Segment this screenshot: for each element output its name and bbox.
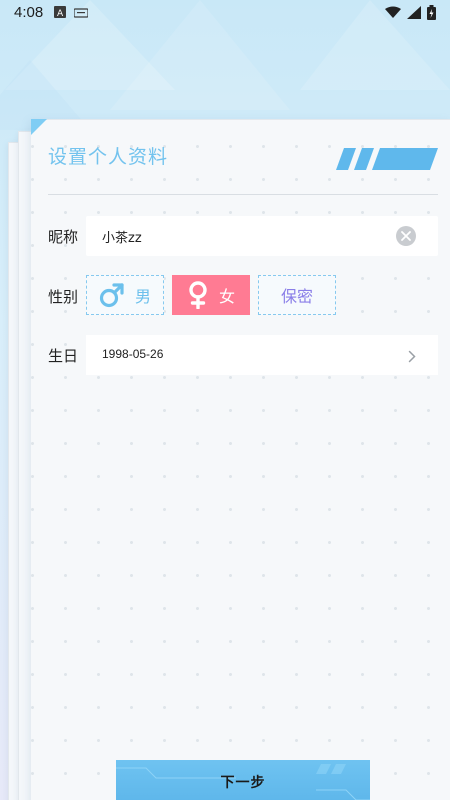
chevron-right-icon (408, 348, 416, 367)
title-divider (48, 194, 438, 195)
gender-label: 性别 (48, 288, 79, 306)
next-button[interactable]: 下一步 (116, 760, 370, 800)
wifi-icon (385, 6, 401, 23)
nickname-label: 昵称 (48, 228, 79, 246)
card-corner-accent (31, 119, 47, 135)
gender-secret-button[interactable]: 保密 (258, 275, 336, 315)
gender-male-button[interactable]: 男 (86, 275, 164, 315)
male-icon (99, 282, 125, 308)
signal-icon (407, 6, 421, 23)
page-title: 设置个人资料 (48, 146, 169, 168)
birthday-value: 1998-05-26 (102, 347, 164, 361)
nickname-input[interactable]: 小茶zz (86, 216, 438, 256)
status-time: 4:08 (14, 4, 44, 21)
gender-secret-label: 保密 (280, 287, 313, 306)
battery-icon (427, 5, 436, 24)
gender-female-label: 女 (218, 287, 235, 306)
gender-female-button[interactable]: 女 (172, 275, 250, 315)
svg-text:A: A (57, 9, 64, 18)
next-button-label: 下一步 (220, 775, 266, 791)
gender-male-label: 男 (134, 287, 151, 306)
nickname-value: 小茶zz (102, 231, 142, 246)
birthday-label: 生日 (48, 347, 79, 365)
notification-a-icon: A (54, 6, 66, 22)
title-stripes-decoration (336, 148, 438, 170)
birthday-picker[interactable]: 1998-05-26 (86, 335, 438, 375)
keyboard-icon (73, 6, 89, 22)
clear-icon[interactable] (396, 226, 416, 246)
female-icon (187, 281, 209, 309)
status-bar: 4:08 A (0, 0, 450, 26)
